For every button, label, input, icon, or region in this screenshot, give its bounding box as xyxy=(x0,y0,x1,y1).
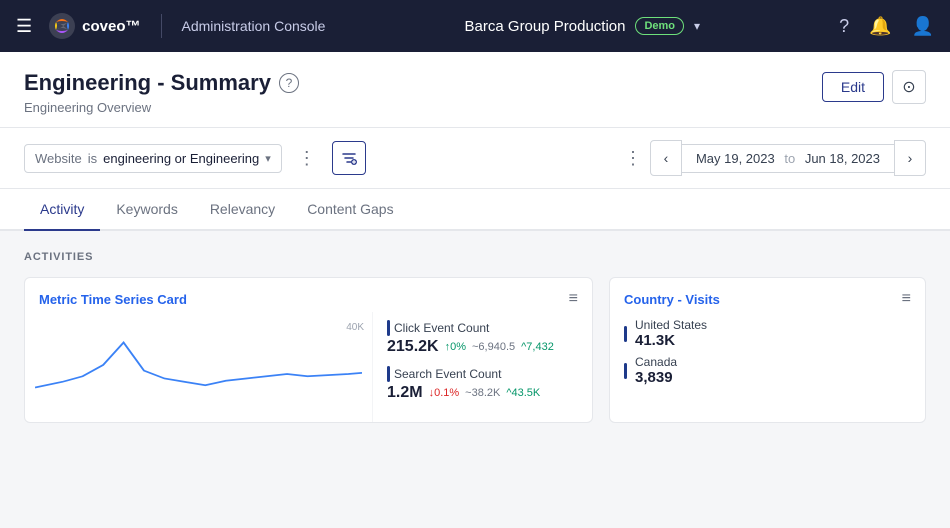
page-header: Engineering - Summary ? Engineering Over… xyxy=(0,52,950,128)
add-filter-icon xyxy=(341,150,357,166)
tabs-bar: Activity Keywords Relevancy Content Gaps xyxy=(0,189,950,231)
country-info-ca: Canada 3,839 xyxy=(635,355,677,386)
country-val-us: 41.3K xyxy=(635,332,707,349)
metric-click-value: 215.2K xyxy=(387,338,439,356)
country-name-us: United States xyxy=(635,318,707,332)
metric-click-event: Click Event Count 215.2K ↑0% ~6,940.5 ^7… xyxy=(387,320,578,356)
edit-button[interactable]: Edit xyxy=(822,72,884,102)
date-next-button[interactable]: › xyxy=(894,140,926,176)
nav-actions: ? 🔔 👤 xyxy=(839,16,934,37)
country-bar-dot-ca xyxy=(624,363,627,379)
metric-card-header: Metric Time Series Card ≡ xyxy=(25,278,592,312)
tab-keywords[interactable]: Keywords xyxy=(100,189,193,231)
metric-search-change2: ~38.2K xyxy=(465,387,500,399)
filter-chip-website[interactable]: Website is engineering or Engineering ▾ xyxy=(24,144,282,173)
settings-button[interactable]: ⊙ xyxy=(892,70,926,104)
metric-click-name: Click Event Count xyxy=(387,320,578,336)
page-title: Engineering - Summary xyxy=(24,70,271,96)
chart-y-label: 40K xyxy=(346,322,364,333)
filter-chip-label: Website xyxy=(35,151,82,166)
metric-bar-dot-1 xyxy=(387,320,390,336)
metric-bar-dot-2 xyxy=(387,366,390,382)
filter-bar: Website is engineering or Engineering ▾ … xyxy=(0,128,950,189)
country-bar-dot-us xyxy=(624,326,627,342)
help-icon[interactable]: ? xyxy=(839,16,849,37)
metric-search-value: 1.2M xyxy=(387,384,423,402)
filter-bar-right: ⋮ ‹ May 19, 2023 to Jun 18, 2023 › xyxy=(624,140,926,176)
page-header-actions: Edit ⊙ xyxy=(822,70,926,104)
menu-icon[interactable]: ☰ xyxy=(16,16,32,37)
coveo-logo-icon xyxy=(48,12,76,40)
metric-click-change1: ↑0% xyxy=(445,341,466,353)
country-card-title: Country - Visits xyxy=(624,292,720,307)
filter-right-more-button[interactable]: ⋮ xyxy=(624,148,642,169)
filter-chip-chevron-icon[interactable]: ▾ xyxy=(265,152,271,165)
country-card-menu-icon[interactable]: ≡ xyxy=(902,290,911,308)
metric-search-name: Search Event Count xyxy=(387,366,578,382)
org-name: Barca Group Production xyxy=(465,18,626,35)
metric-card-title: Metric Time Series Card xyxy=(39,292,187,307)
country-info-us: United States 41.3K xyxy=(635,318,707,349)
metric-card-body: 40K Click Event Count 215.2K xyxy=(25,312,592,422)
nav-center: Barca Group Production Demo ▾ xyxy=(337,17,827,35)
page-title-section: Engineering - Summary ? Engineering Over… xyxy=(24,70,299,127)
line-chart-svg xyxy=(35,320,362,410)
app-title: Administration Console xyxy=(182,18,326,34)
country-body: United States 41.3K Canada 3,839 xyxy=(610,312,925,394)
tab-activity[interactable]: Activity xyxy=(24,189,100,231)
metrics-side: Click Event Count 215.2K ↑0% ~6,940.5 ^7… xyxy=(372,312,592,422)
metric-search-change3: ^43.5K xyxy=(506,387,540,399)
date-end: Jun 18, 2023 xyxy=(805,151,880,166)
country-visits-card: Country - Visits ≡ United States 41.3K C… xyxy=(609,277,926,423)
demo-badge: Demo xyxy=(635,17,684,35)
date-range-sep: to xyxy=(784,151,795,166)
page-help-icon[interactable]: ? xyxy=(279,73,299,93)
page-subtitle: Engineering Overview xyxy=(24,100,299,127)
country-row-ca: Canada 3,839 xyxy=(624,355,911,386)
date-prev-button[interactable]: ‹ xyxy=(650,140,682,176)
cards-row: Metric Time Series Card ≡ 40K Click Even… xyxy=(24,277,926,423)
country-name-ca: Canada xyxy=(635,355,677,369)
nav-divider xyxy=(161,14,162,38)
tab-relevancy[interactable]: Relevancy xyxy=(194,189,291,231)
tab-content-gaps[interactable]: Content Gaps xyxy=(291,189,409,231)
filter-chip-value: engineering or Engineering xyxy=(103,151,259,166)
date-range-display: May 19, 2023 to Jun 18, 2023 xyxy=(682,144,894,173)
metric-click-change3: ^7,432 xyxy=(521,341,554,353)
top-navigation: ☰ coveo™ Administration Console Barca Gr… xyxy=(0,0,950,52)
chart-area: 40K xyxy=(25,312,372,422)
filter-more-button[interactable]: ⋮ xyxy=(294,144,320,173)
metric-click-change2: ~6,940.5 xyxy=(472,341,515,353)
metric-search-event: Search Event Count 1.2M ↓0.1% ~38.2K ^43… xyxy=(387,366,578,402)
page-title-row: Engineering - Summary ? xyxy=(24,70,299,96)
country-val-ca: 3,839 xyxy=(635,369,677,386)
add-filter-button[interactable] xyxy=(332,141,366,175)
metric-card-menu-icon[interactable]: ≡ xyxy=(569,290,578,308)
activities-section-label: ACTIVITIES xyxy=(24,251,926,263)
date-start: May 19, 2023 xyxy=(696,151,775,166)
country-row-us: United States 41.3K xyxy=(624,318,911,349)
main-content: ACTIVITIES Metric Time Series Card ≡ 40K xyxy=(0,231,950,443)
logo-text: coveo™ xyxy=(82,18,140,35)
filter-chip-is: is xyxy=(88,151,97,166)
metric-click-vals: 215.2K ↑0% ~6,940.5 ^7,432 xyxy=(387,338,578,356)
metric-time-series-card: Metric Time Series Card ≡ 40K Click Even… xyxy=(24,277,593,423)
notifications-icon[interactable]: 🔔 xyxy=(869,16,891,37)
user-icon[interactable]: 👤 xyxy=(912,16,934,37)
org-dropdown-icon[interactable]: ▾ xyxy=(694,19,700,33)
metric-search-vals: 1.2M ↓0.1% ~38.2K ^43.5K xyxy=(387,384,578,402)
logo: coveo™ xyxy=(48,12,140,40)
country-card-header: Country - Visits ≡ xyxy=(610,278,925,312)
date-navigator: ‹ May 19, 2023 to Jun 18, 2023 › xyxy=(650,140,926,176)
page-header-top: Engineering - Summary ? Engineering Over… xyxy=(24,70,926,127)
metric-search-change1: ↓0.1% xyxy=(429,387,460,399)
